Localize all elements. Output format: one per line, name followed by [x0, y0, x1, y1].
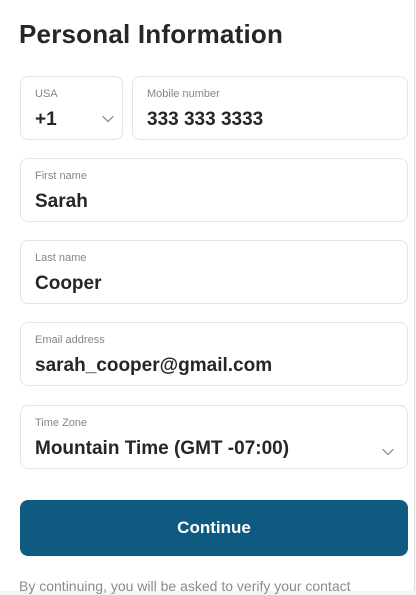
mobile-number-value[interactable]: 333 333 3333: [147, 110, 263, 129]
country-code-value: +1: [35, 109, 57, 130]
time-zone-value: Mountain Time (GMT -07:00): [35, 438, 290, 459]
mobile-number-label: Mobile number: [147, 88, 220, 100]
page-title: Personal Information: [19, 19, 284, 49]
continue-button[interactable]: Continue: [20, 500, 408, 556]
country-code-select[interactable]: USA +1: [20, 76, 123, 140]
chevron-down-icon[interactable]: [382, 448, 394, 456]
email-address-value[interactable]: sarah_cooper@gmail.com: [35, 356, 272, 375]
last-name-value[interactable]: Cooper: [35, 274, 102, 293]
personal-information-card: Personal Information USA +1 Mobile numbe…: [0, 0, 415, 594]
verification-notice: By continuing, you will be asked to veri…: [19, 578, 351, 594]
first-name-value[interactable]: Sarah: [35, 192, 88, 211]
last-name-field[interactable]: Last name Cooper: [20, 240, 408, 304]
time-zone-label: Time Zone: [35, 417, 88, 429]
last-name-label: Last name: [35, 252, 87, 264]
email-address-label: Email address: [35, 334, 105, 346]
mobile-number-field[interactable]: Mobile number 333 333 3333: [132, 76, 408, 140]
chevron-down-icon[interactable]: [102, 115, 114, 123]
email-address-field[interactable]: Email address sarah_cooper@gmail.com: [20, 322, 408, 386]
first-name-label: First name: [35, 170, 87, 182]
country-code-label: USA: [35, 88, 58, 100]
first-name-field[interactable]: First name Sarah: [20, 158, 408, 222]
time-zone-select[interactable]: Time Zone Mountain Time (GMT -07:00): [20, 405, 408, 469]
